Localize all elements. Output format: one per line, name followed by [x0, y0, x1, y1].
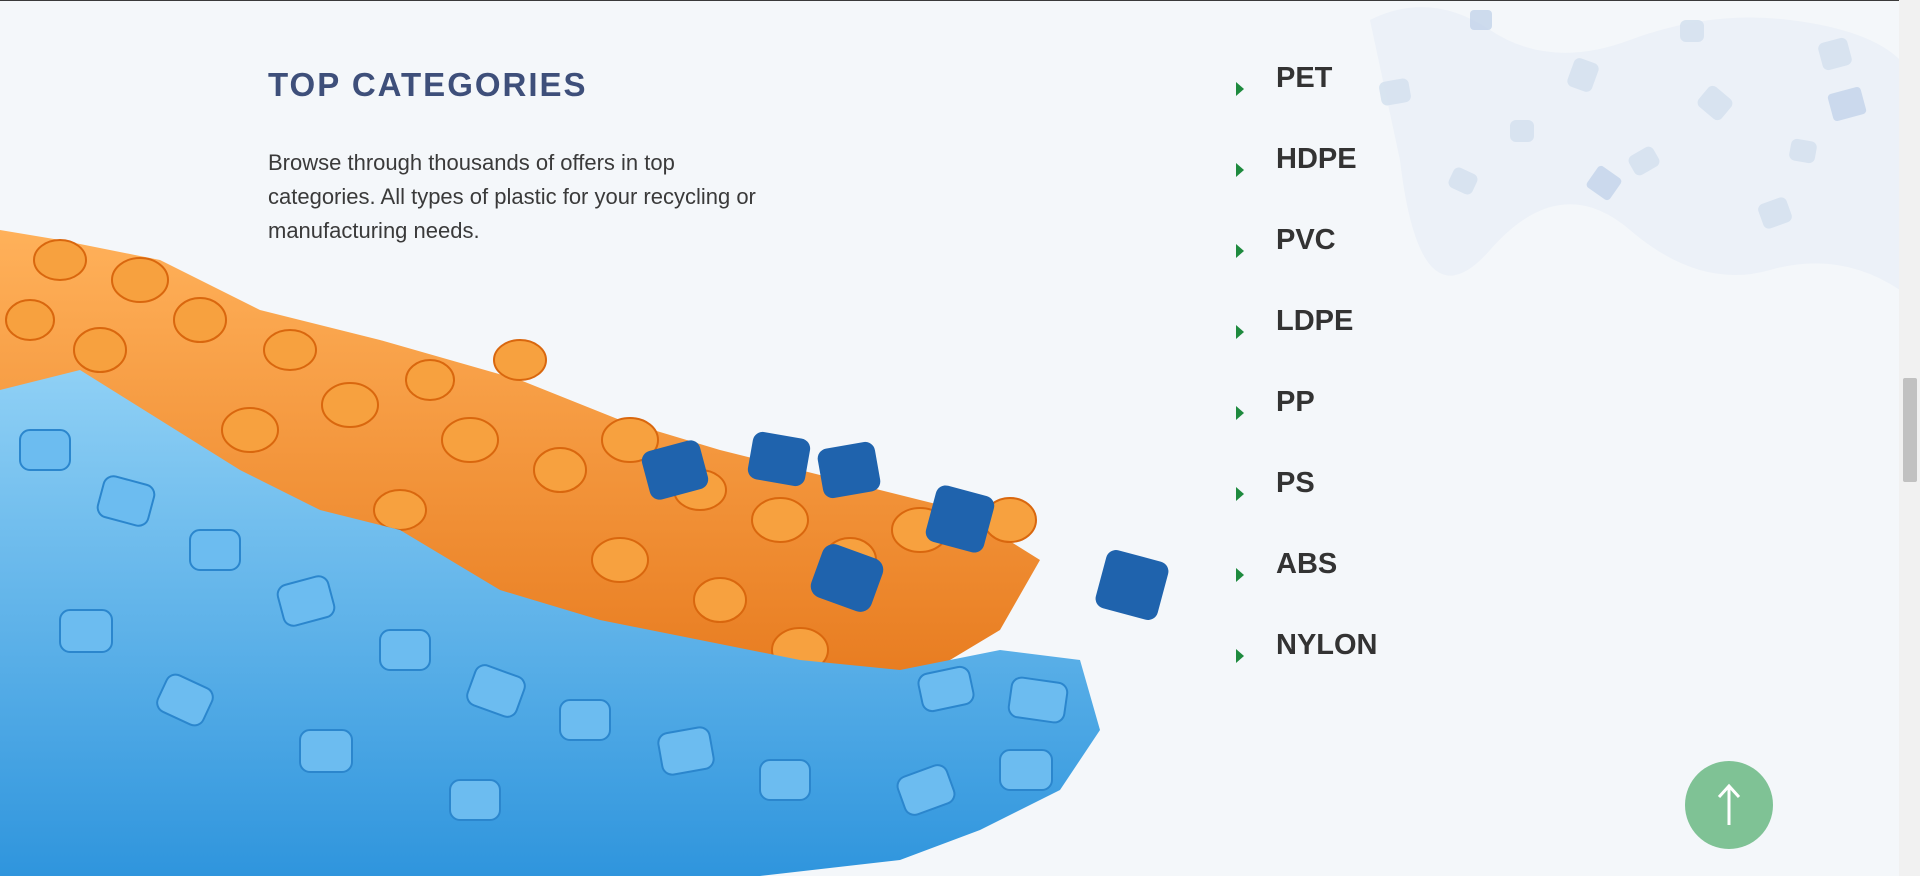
- category-label: NYLON: [1276, 629, 1378, 661]
- category-item-ldpe[interactable]: LDPE: [1230, 291, 1378, 372]
- category-label: PP: [1276, 386, 1315, 418]
- caret-right-icon: [1236, 81, 1244, 96]
- category-item-pet[interactable]: PET: [1230, 48, 1378, 129]
- caret-right-icon: [1236, 486, 1244, 501]
- caret-right-icon: [1236, 324, 1244, 339]
- category-item-pp[interactable]: PP: [1230, 372, 1378, 453]
- category-label: HDPE: [1276, 143, 1357, 175]
- caret-right-icon: [1236, 567, 1244, 582]
- back-to-top-button[interactable]: [1685, 761, 1773, 849]
- caret-right-icon: [1236, 162, 1244, 177]
- top-border: [0, 0, 1920, 1]
- category-item-ps[interactable]: PS: [1230, 453, 1378, 534]
- category-label: PET: [1276, 62, 1333, 94]
- caret-right-icon: [1236, 405, 1244, 420]
- section-title: TOP CATEGORIES: [268, 66, 588, 103]
- category-item-pvc[interactable]: PVC: [1230, 210, 1378, 291]
- scrollbar-thumb[interactable]: [1903, 378, 1917, 482]
- caret-right-icon: [1236, 648, 1244, 663]
- page: TOP CATEGORIES Browse through thousands …: [0, 0, 1920, 876]
- section-description: Browse through thousands of offers in to…: [268, 150, 756, 243]
- category-list: PET HDPE PVC LDPE PP PS ABS NYLON: [1230, 48, 1378, 696]
- plastic-pellets-image: [0, 230, 1169, 876]
- decorative-pellets-background: [1370, 7, 1900, 290]
- category-label: LDPE: [1276, 305, 1354, 337]
- arrow-up-icon: [1717, 783, 1741, 825]
- category-item-hdpe[interactable]: HDPE: [1230, 129, 1378, 210]
- category-label: PS: [1276, 467, 1315, 499]
- caret-right-icon: [1236, 243, 1244, 258]
- category-item-abs[interactable]: ABS: [1230, 534, 1378, 615]
- category-label: PVC: [1276, 224, 1336, 256]
- category-item-nylon[interactable]: NYLON: [1230, 615, 1378, 696]
- category-label: ABS: [1276, 548, 1338, 580]
